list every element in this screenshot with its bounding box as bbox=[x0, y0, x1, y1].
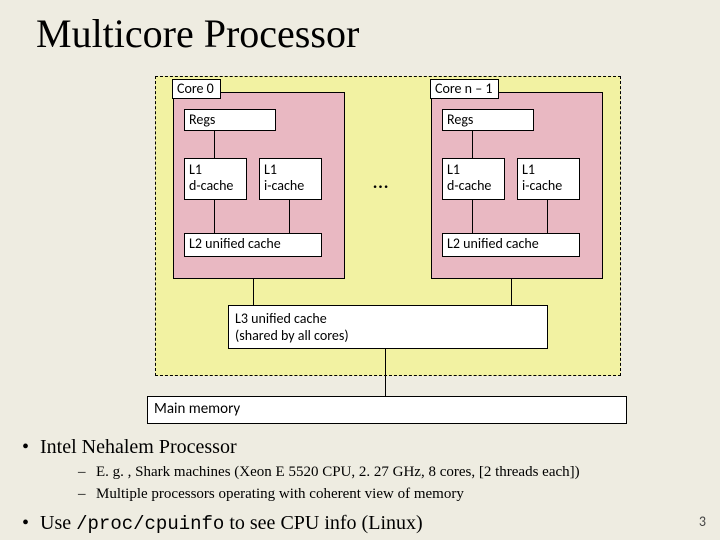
connector bbox=[214, 131, 215, 158]
connector bbox=[289, 200, 290, 233]
core-n-1-l1-icache: L1 i-cache bbox=[517, 158, 580, 200]
main-memory: Main memory bbox=[147, 396, 627, 424]
l3-cache: L3 unified cache (shared by all cores) bbox=[228, 305, 548, 349]
core-n-1-regs: Regs bbox=[442, 109, 534, 131]
connector bbox=[253, 279, 254, 305]
core-0-regs: Regs bbox=[184, 109, 276, 131]
slide: Multicore Processor Core 0 Regs L1 d-cac… bbox=[0, 0, 720, 540]
core-n-1-l2: L2 unified cache bbox=[442, 233, 580, 257]
bullet-1: •Intel Nehalem Processor bbox=[22, 434, 580, 460]
connector bbox=[472, 131, 473, 158]
bullet-1-sub-2: –Multiple processors operating with cohe… bbox=[78, 484, 580, 504]
connector bbox=[385, 348, 386, 396]
bullet-2-post: to see CPU info (Linux) bbox=[224, 512, 422, 534]
core-n-1: Core n – 1 Regs L1 d-cache L1 i-cache L2… bbox=[431, 92, 603, 279]
bullet-1-text: Intel Nehalem Processor bbox=[40, 436, 237, 458]
core-0: Core 0 Regs L1 d-cache L1 i-cache L2 uni… bbox=[173, 92, 345, 279]
connector bbox=[511, 279, 512, 305]
bullet-2: •Use /proc/cpuinfo to see CPU info (Linu… bbox=[22, 510, 580, 537]
bullet-2-pre: Use bbox=[40, 512, 76, 534]
page-number: 3 bbox=[699, 513, 706, 530]
connector bbox=[547, 200, 548, 233]
bullet-1-sub-1-text: E. g. , Shark machines (Xeon E 5520 CPU,… bbox=[96, 464, 580, 480]
core-n-1-label: Core n – 1 bbox=[430, 79, 499, 99]
core-0-l1-icache: L1 i-cache bbox=[259, 158, 322, 200]
ellipsis: … bbox=[373, 167, 390, 194]
core-0-l1-dcache: L1 d-cache bbox=[184, 158, 247, 200]
core-n-1-l1-dcache: L1 d-cache bbox=[442, 158, 505, 200]
core-0-label: Core 0 bbox=[172, 79, 221, 99]
connector bbox=[472, 200, 473, 233]
bullet-1-sub-1: –E. g. , Shark machines (Xeon E 5520 CPU… bbox=[78, 462, 580, 482]
processor-box: Core 0 Regs L1 d-cache L1 i-cache L2 uni… bbox=[155, 76, 621, 376]
bullet-list: •Intel Nehalem Processor –E. g. , Shark … bbox=[22, 434, 580, 537]
slide-title: Multicore Processor bbox=[36, 10, 359, 57]
core-0-l2: L2 unified cache bbox=[184, 233, 322, 257]
bullet-1-sub-2-text: Multiple processors operating with coher… bbox=[96, 486, 464, 502]
connector bbox=[214, 200, 215, 233]
bullet-2-code: /proc/cpuinfo bbox=[76, 513, 224, 535]
